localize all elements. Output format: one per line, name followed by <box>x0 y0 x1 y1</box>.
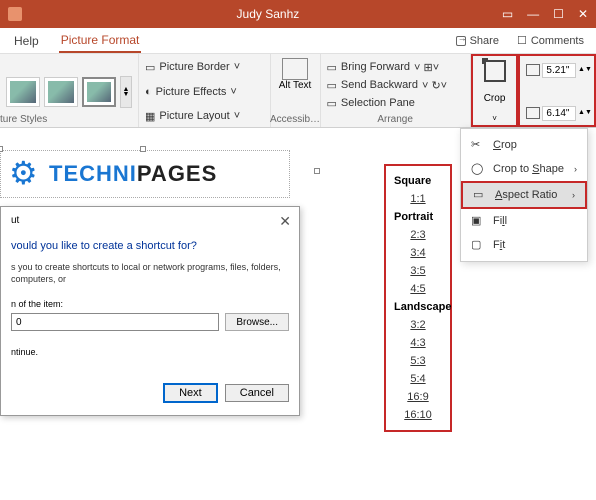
crop-menu-shape[interactable]: ◯Crop to Shape› <box>461 157 587 181</box>
selection-pane-button[interactable]: ▭ Selection Pane <box>327 94 464 112</box>
ratio-16-9[interactable]: 16:9 <box>386 388 450 406</box>
picture-format-group: ▭Picture Border ˅ ◐Picture Effects ˅ ▦Pi… <box>139 54 271 127</box>
bring-forward-button[interactable]: ▭ Bring Forward ˅ ⊞˅ <box>327 58 464 76</box>
gear-icon <box>5 154 45 194</box>
fit-icon: ▢ <box>471 238 485 252</box>
crop-menu-fill[interactable]: ▣Fill <box>461 209 587 233</box>
crop-menu-fit[interactable]: ▢Fit <box>461 233 587 257</box>
minimize-icon[interactable]: — <box>527 7 539 21</box>
tab-help[interactable]: Help <box>12 30 41 52</box>
create-shortcut-wizard: ✕ ut vould you like to create a shortcut… <box>0 206 300 416</box>
share-icon <box>456 36 466 46</box>
ratio-1-1[interactable]: 1:1 <box>386 190 450 208</box>
app-icon <box>8 7 22 21</box>
next-button[interactable]: Next <box>163 383 218 403</box>
crop-group[interactable]: Crop ˅ <box>471 54 519 127</box>
title-bar: Judy Sanhz ▭ — ☐ ✕ <box>0 0 596 28</box>
ratio-5-4[interactable]: 5:4 <box>386 370 450 388</box>
crop-icon <box>484 60 506 82</box>
comments-button[interactable]: ☐ Comments <box>517 34 584 47</box>
item-location-input[interactable] <box>11 313 219 331</box>
slide-canvas: TECHNIPAGES ✕ ut vould you like to creat… <box>0 128 596 500</box>
crop-menu-aspect-ratio[interactable]: ▭Aspect Ratio› <box>461 181 587 209</box>
send-backward-button[interactable]: ▭ Send Backward ˅ ↻˅ <box>327 76 464 94</box>
selection-handle[interactable] <box>314 168 320 174</box>
wizard-question: vould you like to create a shortcut for? <box>11 240 289 252</box>
width-icon <box>526 107 540 119</box>
shape-icon: ◯ <box>471 162 485 176</box>
ratio-3-4[interactable]: 3:4 <box>386 244 450 262</box>
alt-text-group: Alt Text Accessib… <box>271 54 321 127</box>
picture-border-button[interactable]: ▭Picture Border ˅ <box>145 58 264 76</box>
width-spinner[interactable]: ▲▼ <box>578 111 588 115</box>
ribbon-display-icon[interactable]: ▭ <box>502 7 513 21</box>
styles-label: ture Styles <box>0 114 47 125</box>
height-icon <box>526 64 540 76</box>
landscape-header: Landscape <box>386 298 450 316</box>
wizard-title: ut <box>11 215 289 226</box>
effects-icon: ◐ <box>145 86 152 98</box>
ratio-3-5[interactable]: 3:5 <box>386 262 450 280</box>
browse-button[interactable]: Browse... <box>225 313 289 331</box>
style-thumb-2[interactable] <box>44 77 78 107</box>
crop-dropdown-menu: ✂Crop ◯Crop to Shape› ▭Aspect Ratio› ▣Fi… <box>460 128 588 262</box>
picture-layout-button[interactable]: ▦Picture Layout ˅ <box>145 107 264 125</box>
styles-expand[interactable]: ▲▼ <box>120 76 132 108</box>
ratio-2-3[interactable]: 2:3 <box>386 226 450 244</box>
crop-menu-crop[interactable]: ✂Crop <box>461 133 587 157</box>
selection-handle[interactable] <box>0 146 3 152</box>
wizard-description: s you to create shortcuts to local or ne… <box>11 262 289 285</box>
document-title: Judy Sanhz <box>34 7 502 21</box>
cancel-button[interactable]: Cancel <box>225 384 289 402</box>
selection-handle[interactable] <box>140 146 146 152</box>
fill-icon: ▣ <box>471 214 485 228</box>
width-input[interactable]: 6.14" <box>542 106 576 121</box>
alt-text-icon[interactable] <box>282 58 308 80</box>
close-icon[interactable]: ✕ <box>578 7 588 21</box>
portrait-header: Portrait <box>386 208 450 226</box>
tab-picture-format[interactable]: Picture Format <box>59 29 142 53</box>
height-spinner[interactable]: ▲▼ <box>578 68 588 72</box>
technipages-logo[interactable]: TECHNIPAGES <box>0 150 290 198</box>
height-input[interactable]: 5.21" <box>542 63 576 78</box>
ratio-icon: ▭ <box>473 188 487 202</box>
crop-icon: ✂ <box>471 138 485 152</box>
picture-effects-button[interactable]: ◐Picture Effects ˅ <box>145 83 264 101</box>
style-thumb-1[interactable] <box>6 77 40 107</box>
maximize-icon[interactable]: ☐ <box>553 7 564 21</box>
square-header: Square <box>386 172 450 190</box>
border-icon: ▭ <box>145 61 155 74</box>
alt-text-label: Alt Text <box>279 80 312 91</box>
crop-chevron-icon: ˅ <box>492 114 497 123</box>
ribbon: ▲▼ ture Styles ▭Picture Border ˅ ◐Pictur… <box>0 54 596 128</box>
size-group: 5.21"▲▼ 6.14"▲▼ <box>518 54 596 127</box>
share-button[interactable]: Share <box>456 35 499 47</box>
layout-icon: ▦ <box>145 110 155 123</box>
ratio-5-3[interactable]: 5:3 <box>386 352 450 370</box>
continue-text: ntinue. <box>11 347 289 357</box>
menu-bar: Help Picture Format Share ☐ Comments <box>0 28 596 54</box>
picture-styles-group: ▲▼ ture Styles <box>0 54 139 127</box>
ratio-4-3[interactable]: 4:3 <box>386 334 450 352</box>
style-thumb-3[interactable] <box>82 77 116 107</box>
chevron-right-icon: › <box>572 190 575 200</box>
item-location-label: n of the item: <box>11 299 289 309</box>
ratio-16-10[interactable]: 16:10 <box>386 406 450 424</box>
wizard-close-icon[interactable]: ✕ <box>279 213 291 230</box>
chevron-right-icon: › <box>574 164 577 174</box>
aspect-ratio-submenu: Square 1:1 Portrait 2:3 3:4 3:5 4:5 Land… <box>384 164 452 432</box>
arrange-group: ▭ Bring Forward ˅ ⊞˅ ▭ Send Backward ˅ ↻… <box>321 54 471 127</box>
ratio-3-2[interactable]: 3:2 <box>386 316 450 334</box>
ratio-4-5[interactable]: 4:5 <box>386 280 450 298</box>
